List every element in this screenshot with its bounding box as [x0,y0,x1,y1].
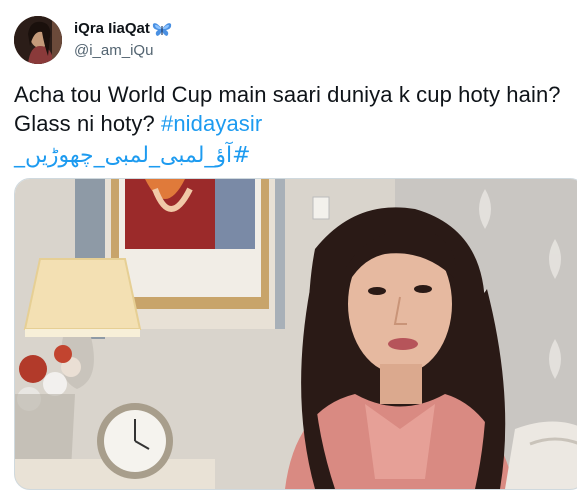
display-name-text: iQra IiaQat [74,20,150,37]
tweet-media-photo[interactable] [14,178,577,490]
author-display-name[interactable]: iQra IiaQat [74,20,172,37]
butterfly-icon [152,21,172,37]
tweet-text-line1: Acha tou World Cup main saari duniya k c… [14,82,561,107]
author-handle[interactable]: @i_am_iQu [74,42,153,59]
video-still-woman-pink-outfit-icon [15,179,577,489]
hashtag-urdu[interactable]: #آؤ_لمبی_لمبی_چھوڑیں_ [14,141,251,170]
hashtag-nidayasir[interactable]: #nidayasir [161,111,262,136]
hashtag-urdu-text: #آؤ_لمبی_لمبی_چھوڑیں_ [14,143,251,168]
author-avatar[interactable] [14,16,62,64]
tweet-text-plain: Glass ni hoty? [14,111,162,136]
profile-avatar-icon [14,16,62,64]
tweet-text-line2: Glass ni hoty? #nidayasir [14,109,574,138]
tweet-text: Acha tou World Cup main saari duniya k c… [14,80,574,138]
